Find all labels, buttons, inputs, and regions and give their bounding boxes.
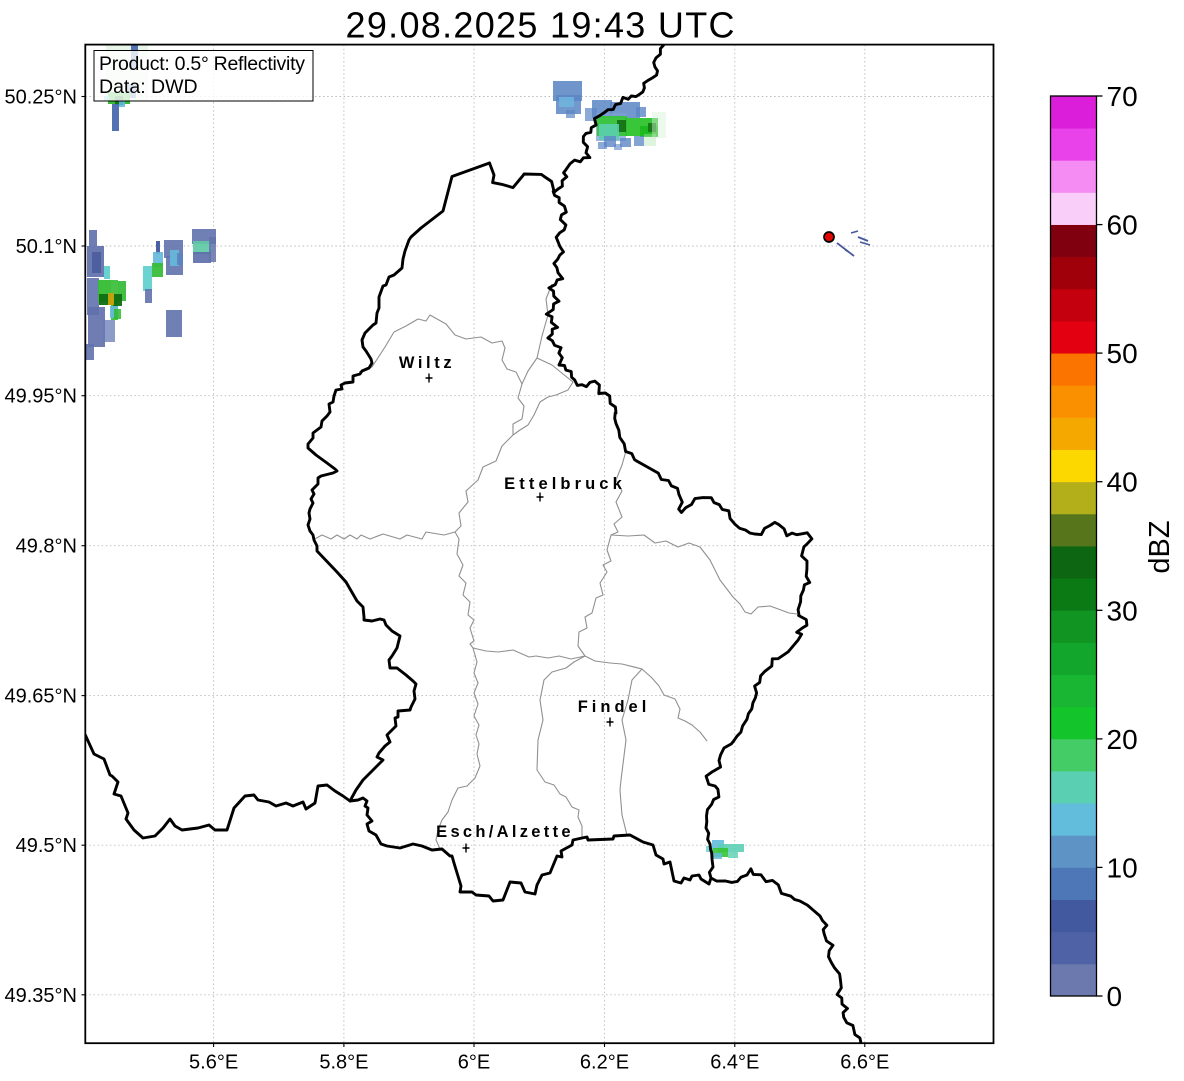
svg-text:49.5°N: 49.5°N <box>16 835 77 857</box>
svg-text:20: 20 <box>1107 724 1138 755</box>
svg-text:10: 10 <box>1107 852 1138 883</box>
svg-text:Esch/Alzette: Esch/Alzette <box>436 823 574 841</box>
svg-text:Data: DWD: Data: DWD <box>99 76 198 98</box>
svg-text:6.6°E: 6.6°E <box>840 1052 889 1074</box>
svg-text:dBZ: dBZ <box>1144 520 1176 573</box>
svg-text:70: 70 <box>1107 81 1138 112</box>
svg-text:50: 50 <box>1107 338 1138 369</box>
svg-text:5.6°E: 5.6°E <box>189 1052 238 1074</box>
svg-text:6°E: 6°E <box>458 1052 490 1074</box>
svg-text:Ettelbruck: Ettelbruck <box>504 475 626 493</box>
svg-text:Product: 0.5° Reflectivity: Product: 0.5° Reflectivity <box>99 53 305 75</box>
svg-text:60: 60 <box>1107 210 1138 241</box>
svg-text:Findel: Findel <box>578 698 651 716</box>
svg-text:6.4°E: 6.4°E <box>710 1052 759 1074</box>
svg-text:49.95°N: 49.95°N <box>5 386 78 408</box>
svg-text:5.8°E: 5.8°E <box>319 1052 368 1074</box>
svg-text:Wiltz: Wiltz <box>399 354 455 372</box>
svg-text:6.2°E: 6.2°E <box>580 1052 629 1074</box>
svg-text:49.8°N: 49.8°N <box>16 536 77 558</box>
svg-text:30: 30 <box>1107 595 1138 626</box>
svg-text:49.35°N: 49.35°N <box>5 985 78 1007</box>
svg-text:40: 40 <box>1107 467 1138 498</box>
svg-text:0: 0 <box>1107 981 1123 1012</box>
svg-text:29.08.2025 19:43 UTC: 29.08.2025 19:43 UTC <box>346 5 735 46</box>
svg-text:50.1°N: 50.1°N <box>16 236 77 258</box>
svg-text:50.25°N: 50.25°N <box>5 87 78 109</box>
svg-text:49.65°N: 49.65°N <box>5 686 78 708</box>
